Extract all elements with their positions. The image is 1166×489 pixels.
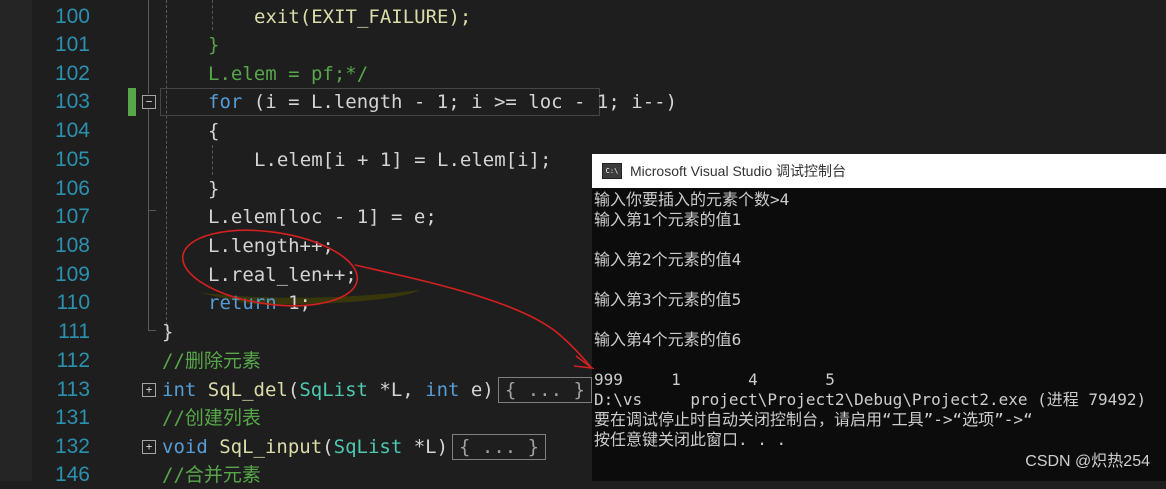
red-annotation-ink bbox=[181, 229, 595, 370]
